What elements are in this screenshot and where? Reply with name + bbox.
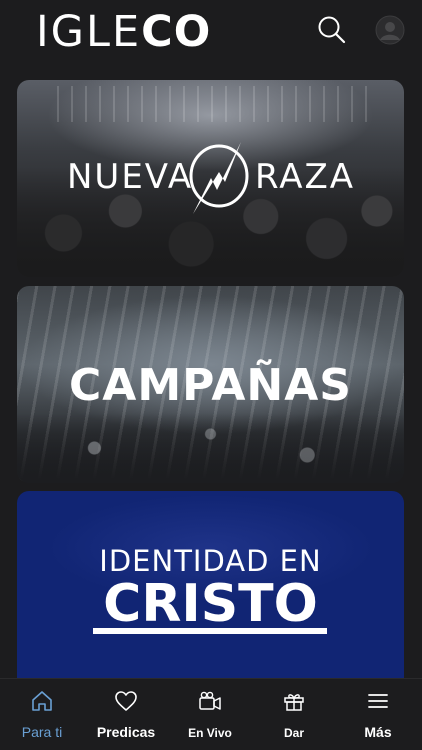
campanas-title: CAMPAÑAS xyxy=(69,360,352,411)
gift-icon xyxy=(282,689,306,713)
app-header: IGLECO xyxy=(0,0,422,70)
tab-label: Más xyxy=(364,724,392,740)
card-background-roof xyxy=(57,86,367,122)
tab-dar[interactable]: Dar xyxy=(252,679,336,750)
search-icon[interactable] xyxy=(316,14,348,46)
nueva-raza-right-text: RAZA xyxy=(255,157,356,197)
bottom-tab-bar: Para ti Predicas En Vivo Dar Más xyxy=(0,678,422,750)
logo-light-part: IGLE xyxy=(36,7,142,57)
tab-predicas[interactable]: Predicas xyxy=(84,679,168,750)
video-camera-icon xyxy=(198,689,222,713)
lightning-n-logo-icon xyxy=(187,138,251,216)
identidad-line2: CRISTO xyxy=(103,574,318,634)
logo-bold-part: CO xyxy=(141,7,212,57)
identidad-line1: IDENTIDAD EN xyxy=(99,544,322,578)
card-background-spray xyxy=(17,413,404,483)
nueva-raza-left-text: NUEVA xyxy=(67,157,194,197)
tab-label: Para ti xyxy=(21,724,63,740)
tab-label: Predicas xyxy=(96,724,156,740)
user-avatar-icon[interactable] xyxy=(375,15,405,45)
heart-icon xyxy=(114,689,138,713)
home-icon xyxy=(30,689,54,713)
nueva-raza-card[interactable]: NUEVA RAZA xyxy=(17,80,404,277)
identidad-en-cristo-card[interactable]: IDENTIDAD EN CRISTO xyxy=(17,491,404,681)
identidad-underline xyxy=(93,628,327,634)
tab-para-ti[interactable]: Para ti xyxy=(0,679,84,750)
tab-label: En Vivo xyxy=(188,726,232,740)
app-screen: IGLECO NUEVA RAZA CAMPAÑAS IDENTIDAD EN … xyxy=(0,0,422,750)
campanas-card[interactable]: CAMPAÑAS xyxy=(17,286,404,483)
tab-en-vivo[interactable]: En Vivo xyxy=(168,679,252,750)
igleco-logo: IGLECO xyxy=(36,10,211,54)
tab-mas[interactable]: Más xyxy=(336,679,420,750)
tab-label: Dar xyxy=(283,726,304,740)
menu-icon xyxy=(366,689,390,713)
